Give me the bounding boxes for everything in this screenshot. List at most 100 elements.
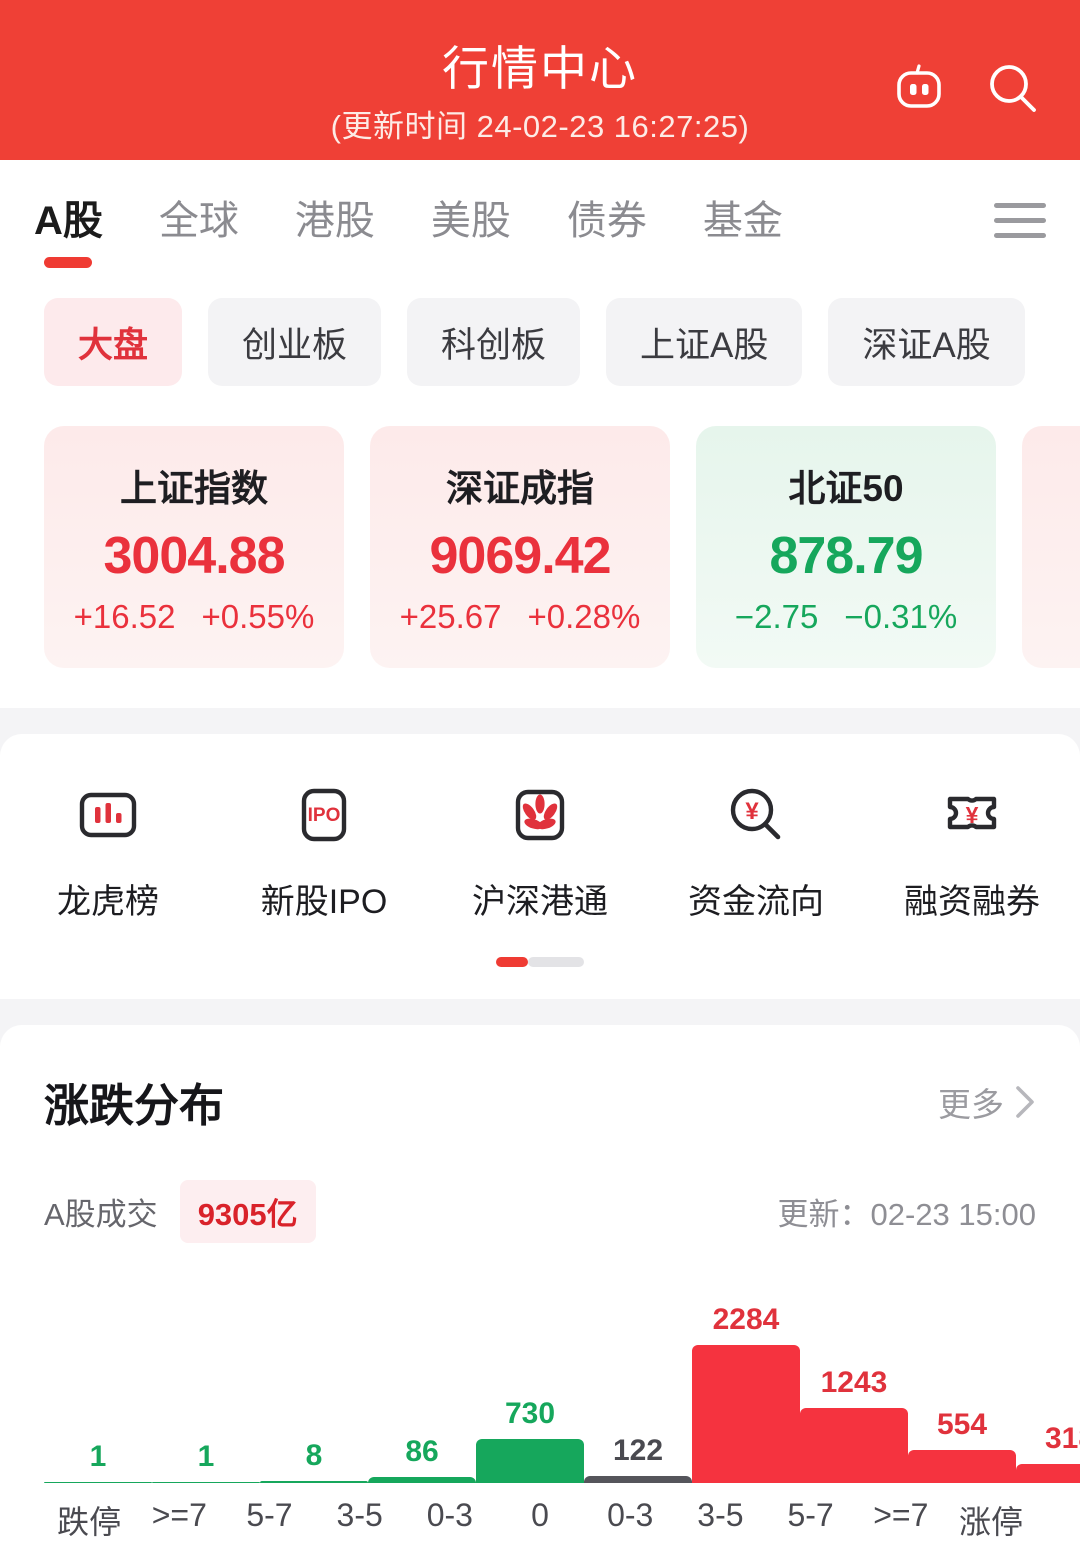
ipo-icon: IPO: [287, 778, 361, 852]
bar-col-2: 8: [260, 1439, 368, 1483]
bar: [368, 1477, 476, 1483]
index-name: 北证50: [788, 468, 904, 509]
robot-icon[interactable]: [888, 58, 950, 120]
index-percent: +0.55%: [201, 598, 315, 635]
chip-kechuangban[interactable]: 科创板: [407, 298, 581, 386]
update-label: 更新：: [777, 1197, 871, 1232]
search-icon[interactable]: [982, 58, 1044, 120]
tab-bonds[interactable]: 债券: [567, 188, 647, 252]
shortcuts-row: 龙虎榜 IPO 新股IPO 沪深港通 ¥ 资金流向 ¥ 融资融券: [0, 778, 1080, 923]
update-time: 02-23 15:00: [870, 1197, 1036, 1232]
index-value: 3004.88: [103, 527, 286, 585]
bar: [260, 1481, 368, 1483]
bar-col-5: 122: [584, 1434, 692, 1483]
chip-dapan[interactable]: 大盘: [44, 298, 183, 386]
more-link[interactable]: 更多: [938, 1078, 1036, 1126]
axis-label-8: 5-7: [787, 1497, 834, 1533]
bar: [1016, 1464, 1080, 1483]
chip-shenzheng-a[interactable]: 深证A股: [828, 298, 1025, 386]
turnover-label: A股成交: [44, 1197, 158, 1232]
bar-value: 122: [612, 1434, 664, 1467]
distribution-meta: A股成交 9305亿 更新：02-23 15:00: [44, 1180, 1036, 1243]
bar-col-0: 1: [44, 1440, 152, 1483]
axis-label-0: 跌停: [57, 1504, 122, 1540]
chip-shangzheng-a[interactable]: 上证A股: [606, 298, 803, 386]
bauhinia-flower-icon: [503, 778, 577, 852]
index-name: 上证指数: [120, 468, 268, 509]
tab-global[interactable]: 全球: [159, 188, 239, 252]
bar: [44, 1482, 152, 1483]
shortcut-stock-connect[interactable]: 沪深港通: [432, 778, 648, 923]
bar-value: 1: [197, 1440, 215, 1473]
shortcut-label: 资金流向: [688, 883, 824, 921]
bar-col-8: 554: [908, 1408, 1016, 1483]
shortcut-fund-flow[interactable]: ¥ 资金流向: [648, 778, 864, 923]
axis-label-2: 5-7: [246, 1497, 293, 1533]
section-divider: [0, 708, 1080, 734]
index-delta: +16.52 +0.55%: [74, 598, 315, 636]
index-percent: +0.28%: [527, 598, 641, 635]
tab-hk-stocks[interactable]: 港股: [295, 188, 375, 252]
update-time-subtitle: (更新时间 24-02-23 16:27:25): [330, 109, 750, 145]
svg-text:¥: ¥: [966, 802, 979, 828]
svg-text:¥: ¥: [745, 798, 759, 825]
index-value: 9069.42: [429, 527, 612, 585]
index-card-shenzhen[interactable]: 深证成指 9069.42 +25.67 +0.28%: [370, 426, 670, 668]
distribution-chart: 1 1 8 86 730 122 2284 1243 554 31: [44, 1273, 1080, 1483]
bar-col-1: 1: [152, 1440, 260, 1483]
tab-us-stocks[interactable]: 美股: [431, 188, 511, 252]
axis-label-5: 0: [531, 1497, 549, 1533]
svg-text:IPO: IPO: [308, 805, 341, 826]
shortcut-label: 融资融券: [904, 883, 1040, 921]
update-info: 更新：02-23 15:00: [778, 1189, 1036, 1234]
bar-value: 730: [504, 1397, 556, 1430]
bar-value: 1: [89, 1440, 107, 1473]
chevron-right-icon: [1016, 1085, 1034, 1118]
shortcut-longhubang[interactable]: 龙虎榜: [0, 778, 216, 923]
bar-value: 8: [305, 1439, 323, 1472]
carousel-pagination[interactable]: [0, 957, 1080, 967]
axis-label-3: 3-5: [336, 1497, 383, 1533]
index-percent: −0.31%: [844, 598, 958, 635]
tab-a-shares[interactable]: A股: [34, 188, 103, 252]
more-label: 更多: [938, 1085, 1004, 1123]
yuan-magnifier-icon: ¥: [719, 778, 793, 852]
chart-axis: 跌停 >=7 5-7 3-5 0-3 0 0-3 3-5 5-7 >=7 涨停: [44, 1497, 1036, 1543]
shortcut-label: 沪深港通: [472, 883, 608, 921]
bar-col-9: 318: [1016, 1422, 1080, 1483]
index-cards-section: 上证指数 3004.88 +16.52 +0.55% 深证成指 9069.42 …: [0, 420, 1080, 708]
bar-col-3: 86: [368, 1435, 476, 1483]
axis-label-6: 0-3: [607, 1497, 654, 1533]
distribution-header: 涨跌分布 更多: [44, 1069, 1036, 1134]
bar: [692, 1345, 800, 1483]
bar-value: 1243: [820, 1366, 888, 1399]
axis-label-4: 0-3: [426, 1497, 473, 1533]
hamburger-menu-icon[interactable]: [994, 202, 1046, 238]
bar-col-4: 730: [476, 1397, 584, 1483]
bar-value: 86: [405, 1435, 439, 1468]
bar: [152, 1482, 260, 1483]
shortcut-new-ipo[interactable]: IPO 新股IPO: [216, 778, 432, 923]
index-card-beizheng50[interactable]: 北证50 878.79 −2.75 −0.31%: [696, 426, 996, 668]
segment-chips: 大盘 创业板 科创板 上证A股 深证A股: [0, 280, 1080, 420]
shortcut-label: 龙虎榜: [57, 883, 159, 921]
chip-chuangyeban[interactable]: 创业板: [208, 298, 382, 386]
shortcut-margin-trading[interactable]: ¥ 融资融券: [864, 778, 1080, 923]
page-title: 行情中心: [442, 41, 638, 95]
bar-value: 318: [1044, 1422, 1080, 1455]
bar: [584, 1476, 692, 1483]
tab-funds[interactable]: 基金: [703, 188, 783, 252]
turnover-badge: 9305亿: [179, 1180, 316, 1243]
index-card-shanghai[interactable]: 上证指数 3004.88 +16.52 +0.55%: [44, 426, 344, 668]
market-tabs: A股 全球 港股 美股 债券 基金: [0, 160, 1080, 280]
pagination-dot-active[interactable]: [496, 957, 528, 967]
turnover-group: A股成交 9305亿: [44, 1180, 316, 1243]
bar-chart-icon: [71, 778, 145, 852]
header-actions: [888, 58, 1044, 120]
pagination-dot-idle[interactable]: [528, 957, 584, 967]
index-cards-carousel[interactable]: 上证指数 3004.88 +16.52 +0.55% 深证成指 9069.42 …: [0, 426, 1080, 668]
index-card-next-partial[interactable]: [1022, 426, 1080, 668]
bar-col-6: 2284: [692, 1303, 800, 1483]
axis-label-9: >=7: [873, 1497, 929, 1533]
index-delta: −2.75 −0.31%: [735, 598, 957, 636]
